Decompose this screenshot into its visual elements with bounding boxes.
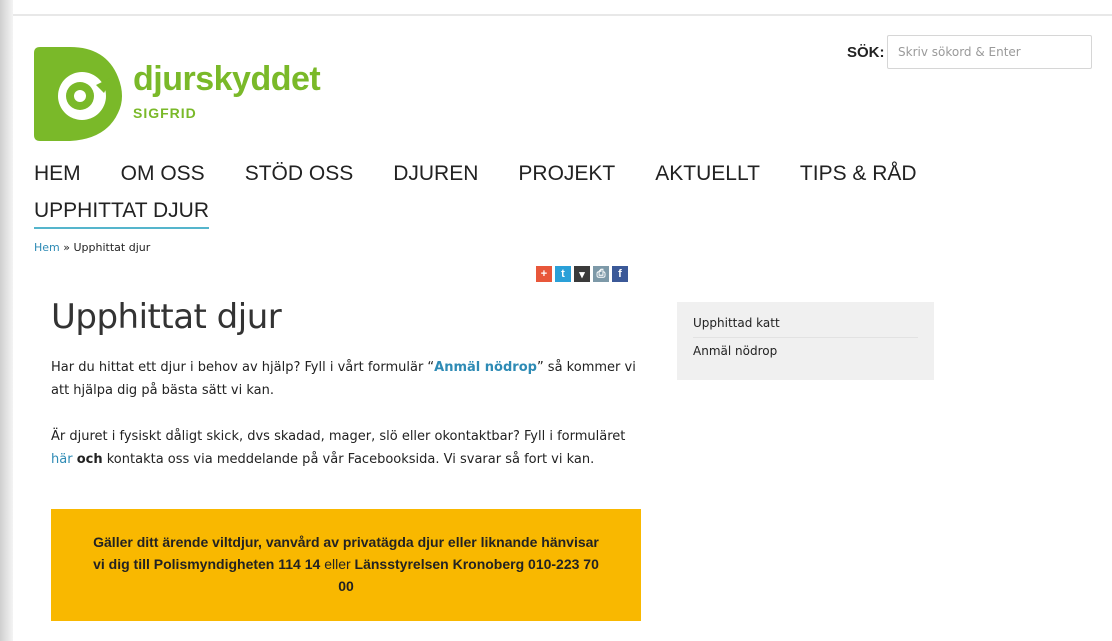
notice-box: Gäller ditt ärende viltdjur, vanvård av …: [51, 509, 641, 621]
notice-text-2: Länsstyrelsen Kronoberg 010-223 70 00: [338, 556, 599, 594]
notice-text-normal: eller: [324, 556, 351, 572]
search-label: SÖK:: [847, 44, 885, 61]
search-input[interactable]: [887, 35, 1092, 69]
sidebar-item-upphittad-katt[interactable]: Upphittad katt: [693, 310, 918, 337]
nav-item-om-oss[interactable]: OM OSS: [121, 162, 205, 192]
p2-text-before: Är djuret i fysiskt dåligt skick, dvs sk…: [51, 429, 626, 444]
nav-item-stod-oss[interactable]: STÖD OSS: [245, 162, 354, 192]
nav-item-tips-rad[interactable]: TIPS & RÅD: [800, 162, 917, 192]
breadcrumb-separator: »: [59, 241, 74, 254]
anmal-nodrop-link[interactable]: Anmäl nödrop: [434, 360, 537, 375]
sidebar-item-anmal-nodrop[interactable]: Anmäl nödrop: [693, 337, 918, 365]
content-paragraph-1: Har du hittat ett djur i behov av hjälp?…: [51, 356, 641, 402]
page: djurskyddet SIGFRID SÖK: HEM OM OSS STÖD…: [0, 0, 1112, 641]
nav-item-hem[interactable]: HEM: [34, 162, 81, 192]
share-buttons: + t ▾ ⎙ f: [536, 266, 628, 282]
p2-text-after: kontakta oss via meddelande på vår Faceb…: [102, 452, 595, 467]
brand-name[interactable]: djurskyddet: [133, 62, 321, 96]
har-link[interactable]: här: [51, 452, 73, 467]
nav-item-djuren[interactable]: DJUREN: [393, 162, 478, 192]
main-nav-row2: UPPHITTAT DJUR: [34, 199, 249, 229]
breadcrumb-current: Upphittat djur: [73, 241, 151, 254]
breadcrumb-home-link[interactable]: Hem: [34, 241, 60, 254]
plus-icon[interactable]: +: [536, 266, 552, 282]
print-icon[interactable]: ⎙: [593, 266, 609, 282]
nav-item-projekt[interactable]: PROJEKT: [518, 162, 615, 192]
breadcrumb: Hem » Upphittat djur: [34, 241, 150, 254]
top-divider: [13, 14, 1112, 16]
download-icon[interactable]: ▾: [574, 266, 590, 282]
brand-sub: SIGFRID: [133, 105, 197, 121]
p2-bold-word: och: [76, 452, 103, 467]
nav-item-aktuellt[interactable]: AKTUELLT: [655, 162, 760, 192]
content-paragraph-2: Är djuret i fysiskt dåligt skick, dvs sk…: [51, 425, 641, 471]
facebook-icon[interactable]: f: [612, 266, 628, 282]
page-title: Upphittat djur: [51, 297, 282, 337]
sidebar: Upphittad katt Anmäl nödrop: [677, 302, 934, 380]
main-nav: HEM OM OSS STÖD OSS DJUREN PROJEKT AKTUE…: [34, 162, 957, 192]
logo-d-icon[interactable]: [34, 47, 124, 141]
twitter-icon[interactable]: t: [555, 266, 571, 282]
nav-item-upphittat-djur[interactable]: UPPHITTAT DJUR: [34, 199, 210, 229]
page-shadow: [0, 0, 13, 641]
p1-text-before: Har du hittat ett djur i behov av hjälp?…: [51, 360, 435, 375]
